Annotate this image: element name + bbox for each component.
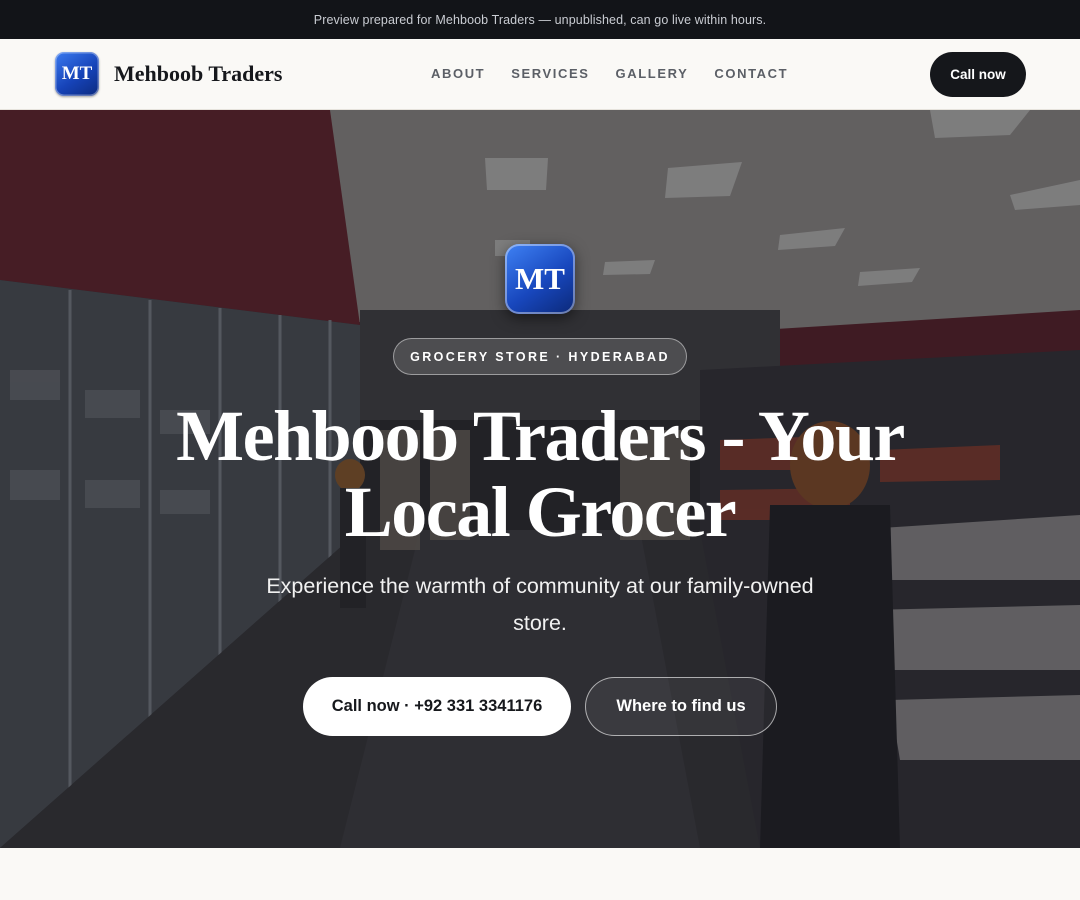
hero-title: Mehboob Traders - Your Local Grocer	[176, 396, 905, 552]
where-to-find-us-button[interactable]: Where to find us	[585, 677, 777, 736]
category-location-tag: GROCERY STORE · HYDERABAD	[393, 338, 687, 375]
hero-subtitle: Experience the warmth of community at ou…	[266, 574, 814, 635]
brand[interactable]: MT Mehboob Traders	[55, 52, 282, 96]
nav-services[interactable]: SERVICES	[511, 66, 589, 81]
hero-logo-initials: MT	[515, 261, 565, 296]
hero-logo: MT	[505, 244, 575, 314]
header-call-button[interactable]: Call now	[930, 52, 1026, 97]
brand-name: Mehboob Traders	[114, 61, 283, 86]
main-nav: ABOUT SERVICES GALLERY CONTACT	[431, 66, 788, 81]
brand-logo-initials: MT	[61, 63, 93, 84]
nav-about[interactable]: ABOUT	[431, 66, 485, 81]
hero-section: MT GROCERY STORE · HYDERABAD Mehboob Tra…	[0, 110, 1080, 848]
site-header: MT Mehboob Traders ABOUT SERVICES GALLER…	[0, 39, 1080, 110]
nav-contact[interactable]: CONTACT	[714, 66, 788, 81]
preview-banner: Preview prepared for Mehboob Traders — u…	[0, 0, 1080, 39]
brand-logo: MT	[55, 52, 99, 96]
nav-gallery[interactable]: GALLERY	[616, 66, 689, 81]
preview-banner-text: Preview prepared for Mehboob Traders — u…	[313, 12, 767, 27]
call-now-phone-button[interactable]: Call now · +92 331 3341176	[303, 677, 571, 736]
